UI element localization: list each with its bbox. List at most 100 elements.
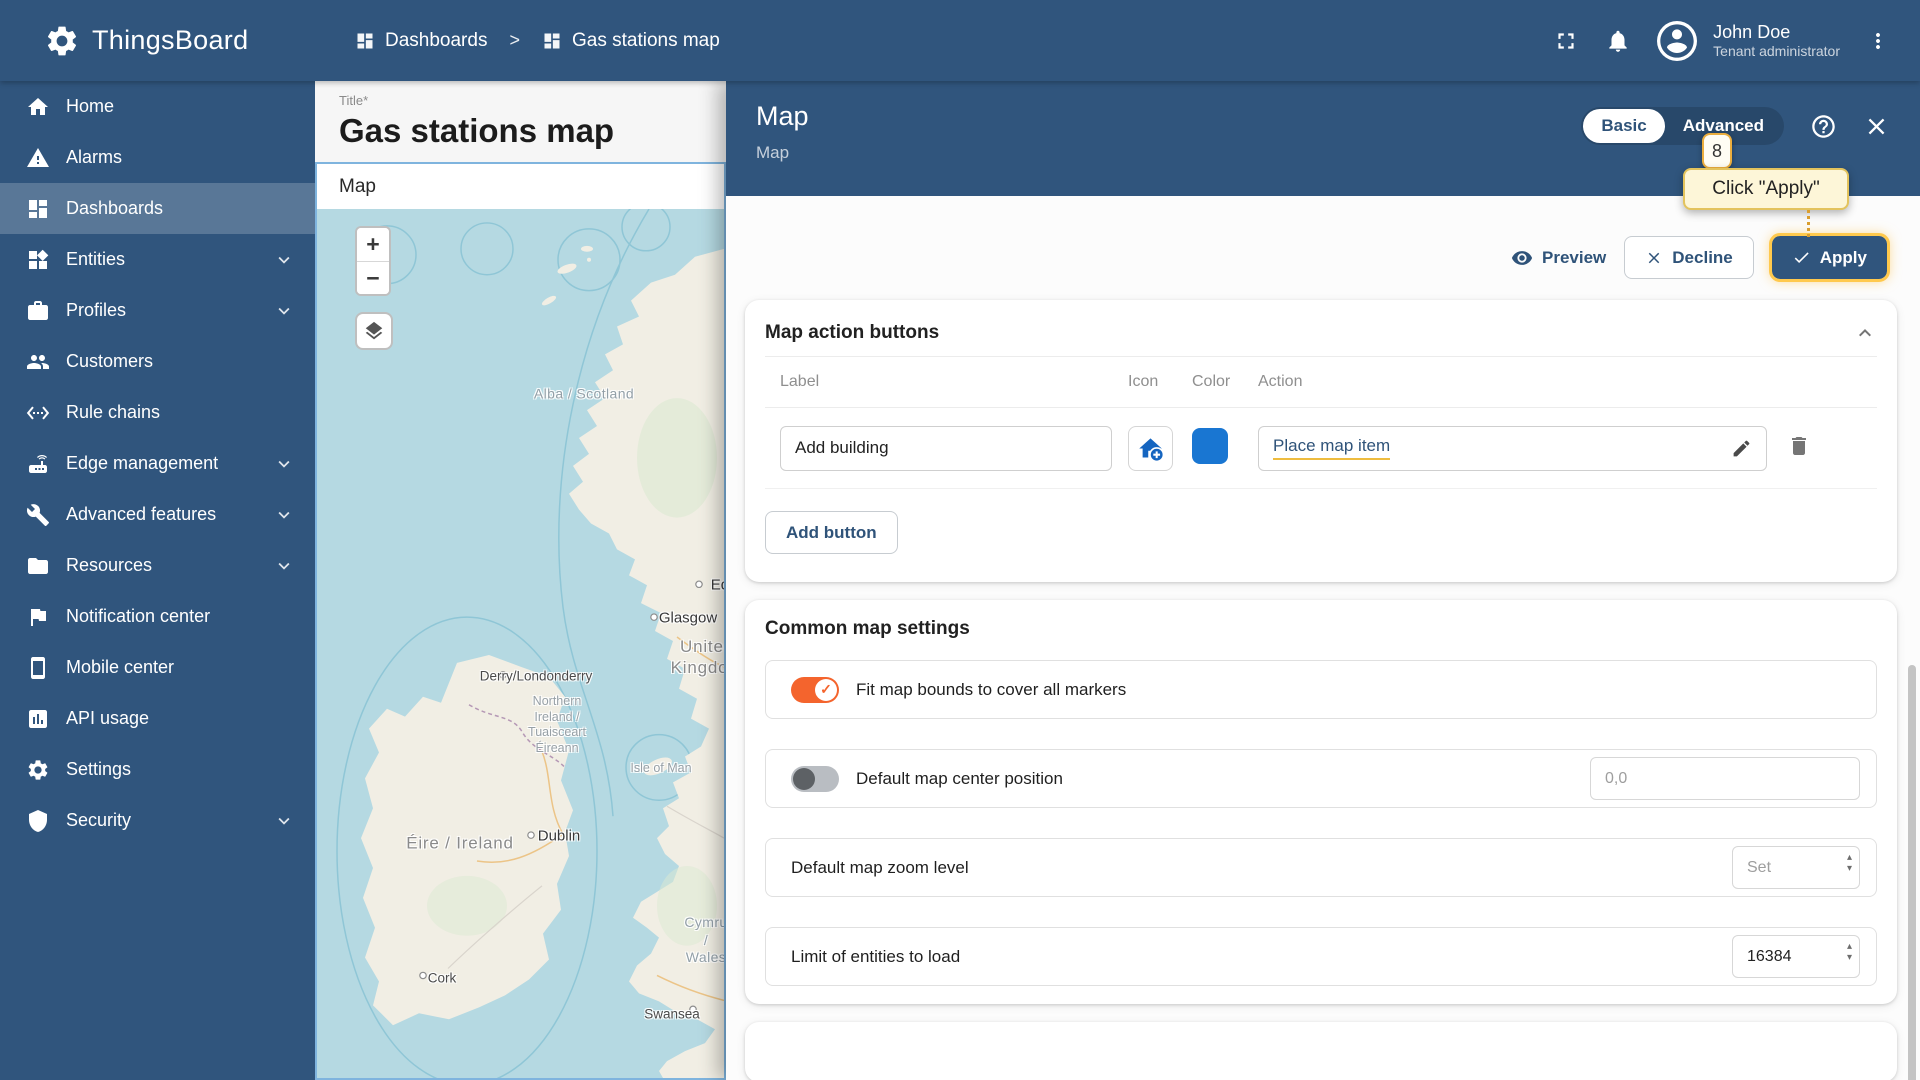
- security-icon: [29, 809, 47, 832]
- advanced-icon: [26, 503, 49, 526]
- app-header: ThingsBoard Dashboards > Gas stations ma…: [0, 0, 1920, 81]
- kebab-menu-icon[interactable]: [1866, 29, 1890, 53]
- dashboard-title-input[interactable]: Gas stations map: [339, 112, 726, 150]
- map-label: Glasgow: [658, 609, 718, 627]
- notifications-bell-icon[interactable]: [1605, 28, 1631, 54]
- widget-editor: Title* Gas stations map Map Alba / Scotl…: [315, 81, 726, 1080]
- scrollbar-thumb[interactable]: [1908, 665, 1916, 1080]
- sidebar-item-edge-management[interactable]: Edge management: [0, 438, 315, 489]
- resources-icon: [28, 557, 48, 574]
- preview-button[interactable]: Preview: [1511, 247, 1606, 269]
- breadcrumb-separator: >: [509, 30, 520, 50]
- sidebar-item-entities[interactable]: Entities: [0, 234, 315, 285]
- zoom-level-stepper[interactable]: ▴ ▾: [1847, 853, 1852, 874]
- sidebar-item-settings[interactable]: Settings: [0, 744, 315, 795]
- breadcrumb: Dashboards > Gas stations map: [355, 30, 720, 52]
- map-center-input[interactable]: [1590, 757, 1860, 800]
- map-widget: Map Alba / Scotland E Glasgow Unite King…: [315, 162, 726, 1080]
- card-title: Map action buttons: [765, 321, 940, 343]
- sidebar-item-label: Entities: [66, 249, 126, 269]
- zoom-level-row: Default map zoom level ▴▾: [765, 838, 1877, 897]
- sidebar-item-rule-chains[interactable]: Rule chains: [0, 387, 315, 438]
- map-layers-button[interactable]: [355, 312, 393, 350]
- map[interactable]: Alba / Scotland Edinburgh Glasgow United Ki…: [317, 209, 724, 1078]
- settings-actions-row: Preview Decline Apply: [745, 233, 1897, 282]
- sidebar-item-label: Rule chains: [66, 402, 161, 422]
- entities-limit-stepper[interactable]: ▴ ▾: [1847, 942, 1852, 963]
- customers-icon: [27, 354, 49, 369]
- edge-icon: [29, 454, 47, 473]
- chevron-down-icon: [278, 460, 290, 468]
- sidebar-item-api-usage[interactable]: API usage: [0, 693, 315, 744]
- warning-icon: [27, 147, 49, 167]
- map-label: Alba / Scotland: [533, 385, 635, 402]
- widget-title: Map: [339, 175, 376, 197]
- action-link[interactable]: Place map item: [1273, 436, 1391, 460]
- sidebar-item-label: Dashboards: [66, 198, 164, 218]
- tutorial-callout: Click "Apply": [1683, 168, 1849, 210]
- action-picker[interactable]: Place map item: [1258, 425, 1767, 471]
- action-buttons-table-header: Label Icon Color Action: [765, 356, 1877, 408]
- color-swatch[interactable]: [1192, 427, 1228, 464]
- button-icon-picker[interactable]: [1128, 425, 1173, 471]
- sidebar-item-resources[interactable]: Resources: [0, 540, 315, 591]
- map-label: Northern Ireland / Tuaisceart Éireann: [528, 693, 586, 755]
- avatar[interactable]: [1657, 20, 1698, 61]
- map-action-buttons-card: Map action buttons Label Icon Color Acti…: [745, 300, 1897, 582]
- user-icon: [1660, 23, 1694, 58]
- sidebar-item-customers[interactable]: Customers: [0, 336, 315, 387]
- sidebar-item-label: Notification center: [66, 606, 211, 626]
- entities-limit-input[interactable]: [1732, 935, 1860, 978]
- sidebar-item-advanced-features[interactable]: Advanced features: [0, 489, 315, 540]
- fullscreen-icon[interactable]: [1553, 28, 1579, 54]
- dashboards-icon: [544, 33, 560, 48]
- common-map-settings-card: Common map settings Fit map bounds to co…: [745, 600, 1897, 1004]
- map-zoom-out-button[interactable]: −: [357, 261, 389, 294]
- sidebar-item-alarms[interactable]: Alarms: [0, 132, 315, 183]
- widget-header: Map: [317, 164, 724, 209]
- breadcrumb-current[interactable]: Gas stations map: [542, 30, 720, 52]
- zoom-level-input[interactable]: [1732, 846, 1860, 889]
- sidebar-item-dashboards[interactable]: Dashboards: [0, 183, 315, 234]
- fit-bounds-toggle[interactable]: [791, 676, 839, 703]
- add-button[interactable]: Add button: [765, 511, 898, 554]
- chevron-down-icon: [278, 307, 290, 315]
- map-label: Cymru / Wales: [684, 913, 724, 965]
- settings-mode-toggle: Basic Advanced: [1581, 107, 1784, 145]
- tab-basic[interactable]: Basic: [1583, 109, 1665, 143]
- eye-icon: [1511, 250, 1533, 265]
- user-info[interactable]: John Doe Tenant administrator: [1713, 21, 1840, 61]
- sidebar-item-profiles[interactable]: Profiles: [0, 285, 315, 336]
- map-label: Edinburgh: [710, 576, 724, 594]
- thingsboard-app: ThingsBoard Dashboards > Gas stations ma…: [0, 0, 1920, 1080]
- header-actions: John Doe Tenant administrator: [1553, 20, 1920, 61]
- default-center-toggle[interactable]: [791, 765, 839, 792]
- chevron-up-icon[interactable]: [1853, 321, 1877, 345]
- profiles-icon: [28, 300, 48, 320]
- layers-icon: [365, 321, 383, 340]
- delete-trash-icon[interactable]: [1787, 434, 1811, 458]
- panel-header-controls: Basic Advanced: [1581, 107, 1890, 145]
- button-label-input[interactable]: [780, 425, 1112, 471]
- sidebar-item-notification-center[interactable]: Notification center: [0, 591, 315, 642]
- edit-pencil-icon[interactable]: [1731, 438, 1752, 459]
- dashboard-title-block: Title* Gas stations map: [315, 81, 726, 162]
- notification-icon: [31, 608, 46, 626]
- map-zoom-in-button[interactable]: +: [357, 228, 389, 261]
- chevron-down-icon: [278, 256, 290, 264]
- help-icon[interactable]: [1810, 113, 1837, 140]
- decline-button[interactable]: Decline: [1624, 236, 1754, 279]
- widget-settings-panel: Map Map Basic Advanced Preview Decline A…: [726, 81, 1920, 1080]
- entities-limit-row: Limit of entities to load ▴▾: [765, 927, 1877, 986]
- sidebar-item-label: Profiles: [66, 300, 127, 320]
- breadcrumb-dashboards[interactable]: Dashboards: [355, 30, 487, 52]
- sidebar-item-mobile-center[interactable]: Mobile center: [0, 642, 315, 693]
- apply-button[interactable]: Apply: [1768, 233, 1891, 282]
- close-icon[interactable]: [1863, 113, 1890, 140]
- rule-chains-icon: [26, 405, 50, 420]
- brand[interactable]: ThingsBoard: [0, 23, 315, 59]
- sidebar-item-home[interactable]: Home: [0, 81, 315, 132]
- default-center-row: Default map center position: [765, 749, 1877, 808]
- sidebar-item-security[interactable]: Security: [0, 795, 315, 846]
- thingsboard-logo-icon: [47, 26, 77, 55]
